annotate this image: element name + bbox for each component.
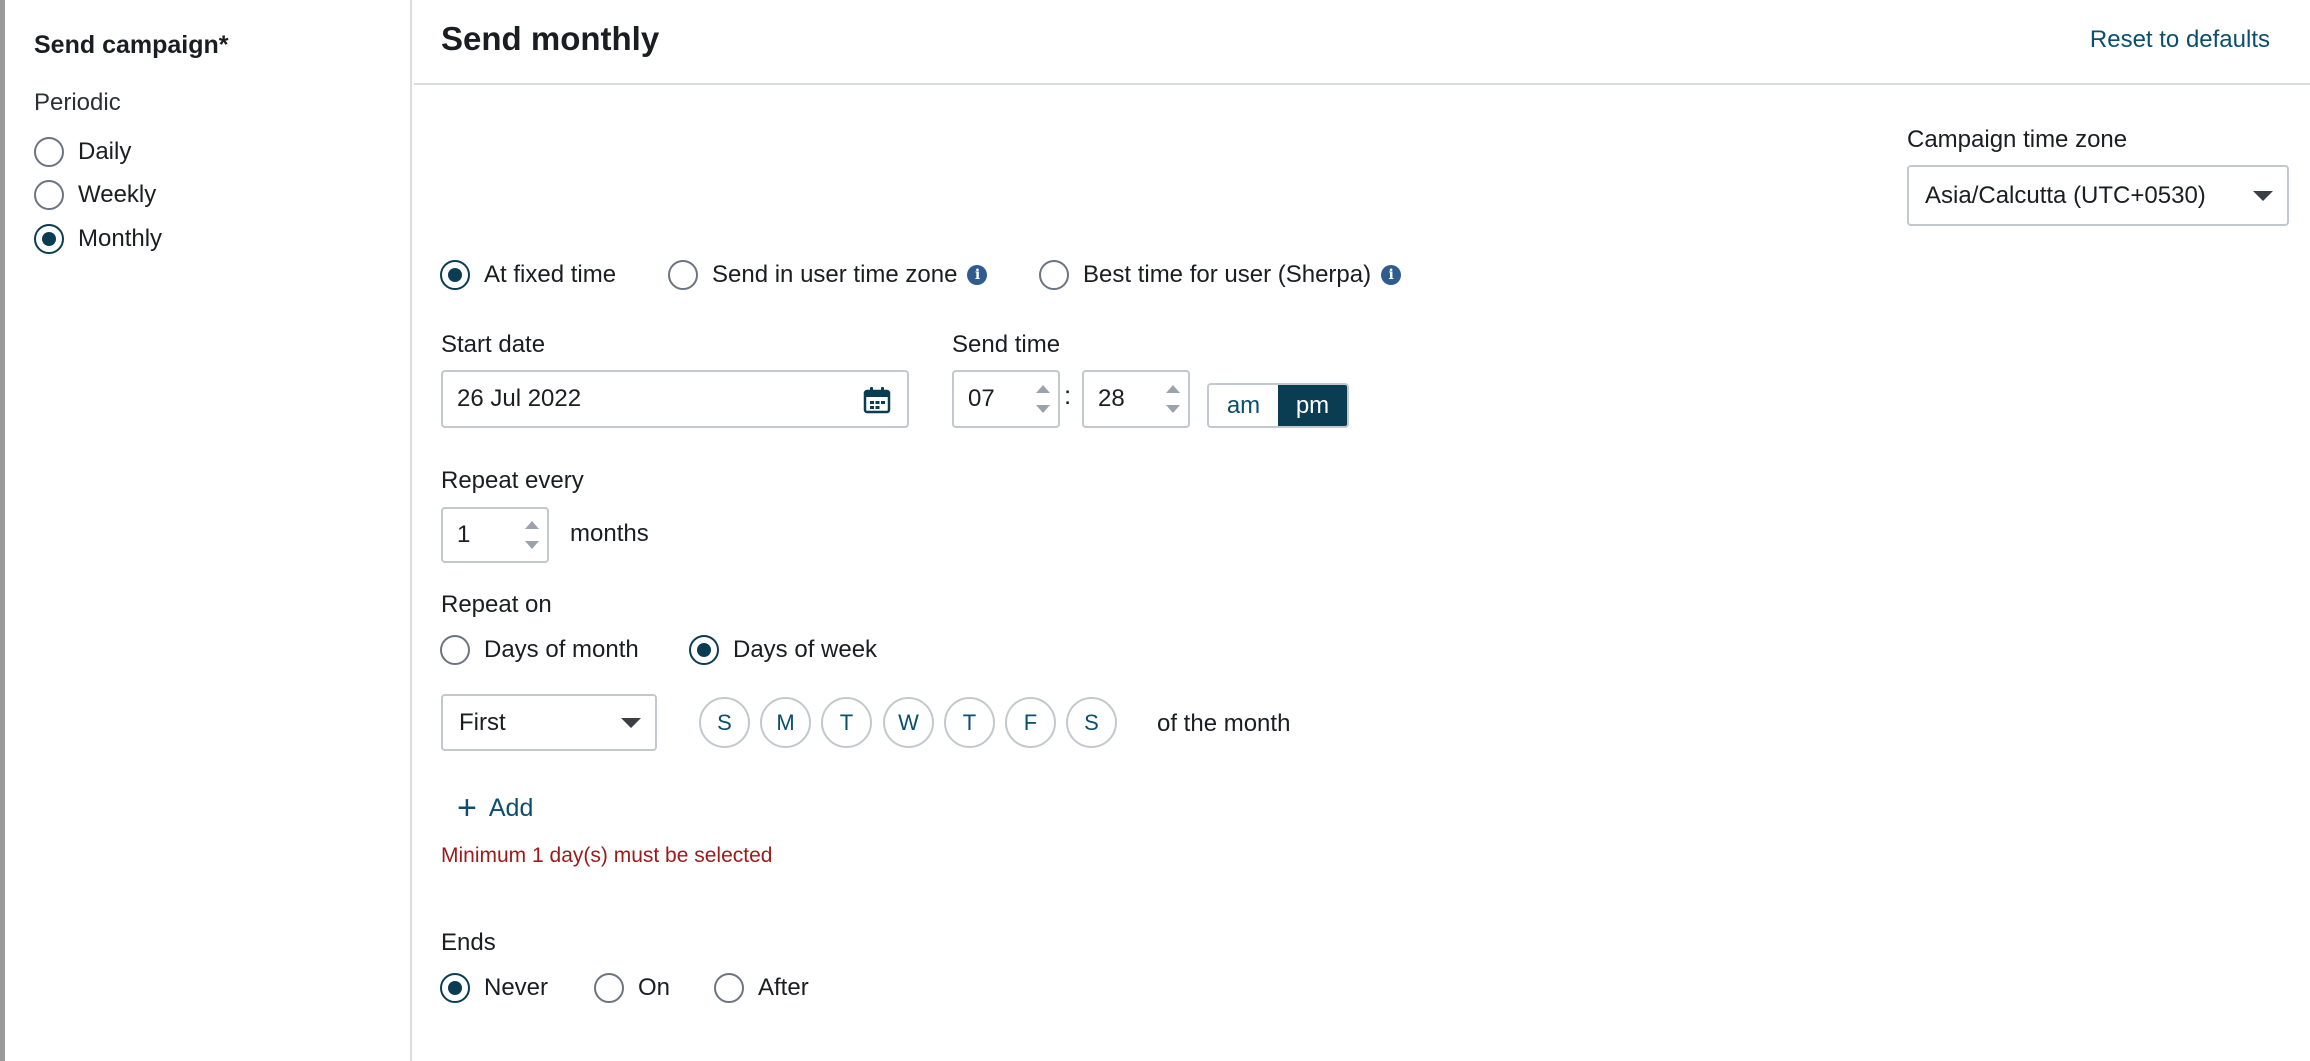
spinner-arrows-icon[interactable] [1036,385,1050,413]
page-header: Send monthly Reset to defaults [414,0,2310,85]
radio-button-checked[interactable] [689,635,719,665]
repeat-every-value: 1 [457,521,471,548]
ends-on-label: On [638,974,671,1001]
chevron-down-icon [621,717,641,728]
time-separator: : [1064,380,1072,410]
pm-button[interactable]: pm [1278,385,1347,426]
calendar-icon[interactable] [863,386,891,414]
hour-value: 07 [968,385,995,412]
start-date-label: Start date [441,331,546,358]
day-toggle-sunday[interactable]: S [699,697,750,748]
radio-ends-on[interactable]: On [594,973,670,1003]
minute-stepper[interactable]: 28 [1082,370,1190,428]
week-ordinal-value: First [459,708,506,736]
day-toggle-monday[interactable]: M [760,697,811,748]
radio-button[interactable] [1039,260,1069,290]
days-of-week-label: Days of week [733,636,878,663]
radio-weekly[interactable]: Weekly [34,180,156,210]
repeat-every-stepper[interactable]: 1 [441,507,549,563]
chevron-down-icon [2253,190,2273,201]
validation-error: Minimum 1 day(s) must be selected [441,844,773,867]
ends-after-label: After [758,974,809,1001]
repeat-on-label: Repeat on [441,591,552,618]
day-toggle-saturday[interactable]: S [1066,697,1117,748]
days-of-month-label: Days of month [484,636,639,663]
radio-button-checked[interactable] [34,224,64,254]
radio-button-checked[interactable] [440,973,470,1003]
radio-at-fixed-time[interactable]: At fixed time [440,260,616,290]
radio-button-checked[interactable] [440,260,470,290]
of-the-month-label: of the month [1157,710,1291,737]
radio-user-time-zone[interactable]: Send in user time zone i [668,260,988,290]
ends-label: Ends [441,929,496,956]
page-title: Send monthly [441,20,660,57]
start-date-input[interactable]: 26 Jul 2022 [441,370,909,428]
day-toggle-tuesday[interactable]: T [821,697,872,748]
radio-ends-never[interactable]: Never [440,973,548,1003]
ends-never-label: Never [484,974,549,1001]
start-date-value: 26 Jul 2022 [457,385,582,412]
day-toggle-friday[interactable]: F [1005,697,1056,748]
am-button[interactable]: am [1209,385,1278,426]
am-pm-toggle[interactable]: am pm [1207,383,1349,428]
radio-days-of-month[interactable]: Days of month [440,635,639,665]
user-time-zone-label: Send in user time zone [712,261,958,288]
hour-stepper[interactable]: 07 [952,370,1060,428]
timezone-label: Campaign time zone [1907,126,2128,153]
week-ordinal-select[interactable]: First [441,694,657,751]
radio-days-of-week[interactable]: Days of week [689,635,877,665]
timezone-value: Asia/Calcutta (UTC+0530) [1925,181,2206,209]
info-icon[interactable]: i [967,265,988,285]
radio-best-time-sherpa[interactable]: Best time for user (Sherpa) i [1039,260,1402,290]
send-time-label: Send time [952,331,1061,358]
sidebar: Send campaign* Periodic Daily Weekly Mon… [5,0,412,1061]
radio-daily-label: Daily [78,138,132,165]
radio-button[interactable] [714,973,744,1003]
spinner-arrows-icon[interactable] [525,521,539,549]
reset-to-defaults-link[interactable]: Reset to defaults [2090,26,2270,54]
radio-button[interactable] [34,180,64,210]
radio-ends-after[interactable]: After [714,973,809,1003]
best-time-label: Best time for user (Sherpa) [1083,261,1372,288]
radio-button[interactable] [594,973,624,1003]
radio-daily[interactable]: Daily [34,137,131,167]
radio-button[interactable] [440,635,470,665]
repeat-every-unit: months [570,520,649,547]
minute-value: 28 [1098,385,1125,412]
radio-button[interactable] [668,260,698,290]
day-toggle-thursday[interactable]: T [944,697,995,748]
add-button[interactable]: + Add [457,791,533,825]
add-button-label: Add [488,793,534,822]
radio-monthly[interactable]: Monthly [34,224,162,254]
sidebar-title: Send campaign* [34,31,229,59]
radio-button[interactable] [34,137,64,167]
info-icon[interactable]: i [1381,265,1402,285]
radio-monthly-label: Monthly [78,225,163,252]
spinner-arrows-icon[interactable] [1166,385,1180,413]
day-toggle-wednesday[interactable]: W [883,697,934,748]
at-fixed-time-label: At fixed time [484,261,617,288]
repeat-every-label: Repeat every [441,467,584,494]
sidebar-subtitle: Periodic [34,89,121,116]
plus-icon: + [457,789,477,827]
radio-weekly-label: Weekly [78,181,157,208]
timezone-select[interactable]: Asia/Calcutta (UTC+0530) [1907,165,2289,226]
